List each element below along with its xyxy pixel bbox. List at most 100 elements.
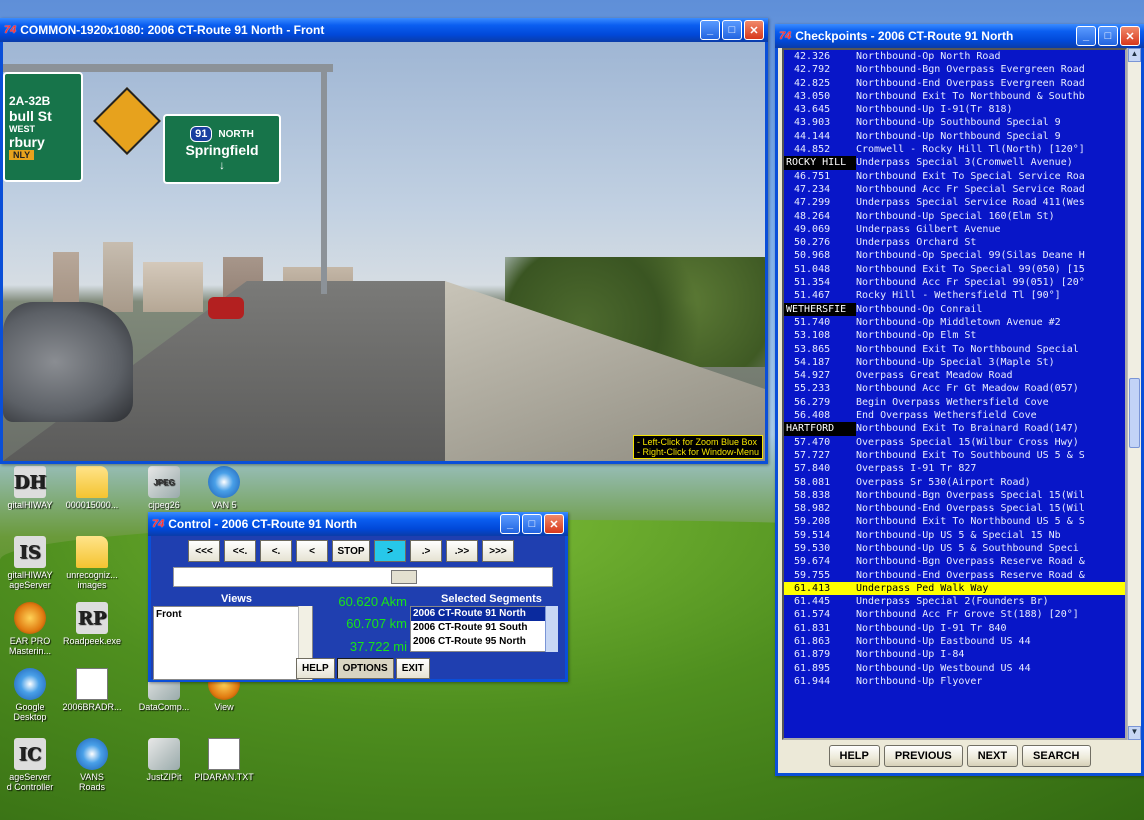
checkpoint-row[interactable]: 51.354 Northbound Acc Fr Special 99(051) … <box>784 276 1125 289</box>
checkpoint-row[interactable]: 54.187 Northbound-Up Special 3(Maple St) <box>784 356 1125 369</box>
segment-item[interactable]: 2006 CT-Route 91 North <box>411 607 557 621</box>
checkpoint-row[interactable]: 43.050 Northbound Exit To Northbound & So… <box>784 90 1125 103</box>
checkpoint-row[interactable]: 47.234 Northbound Acc Fr Special Service … <box>784 183 1125 196</box>
checkpoint-row[interactable]: 61.944 Northbound-Up Flyover <box>784 675 1125 688</box>
checkpoint-row[interactable]: 44.852 Cromwell - Rocky Hill Tl(North) [1… <box>784 143 1125 156</box>
checkpoint-row[interactable]: 61.445 Underpass Special 2(Founders Br) <box>784 595 1125 608</box>
checkpoint-description: Northbound-Up Eastbound US 44 <box>856 636 1031 648</box>
checkpoint-row[interactable]: 42.825 Northbound-End Overpass Evergreen … <box>784 77 1125 90</box>
checkpoint-row[interactable]: 61.879 Northbound-Up I-84 <box>784 648 1125 661</box>
checkpoint-row[interactable]: 51.048 Northbound Exit To Special 99(050)… <box>784 263 1125 276</box>
control-window-titlebar[interactable]: 74 Control - 2006 CT-Route 91 North _ □ … <box>148 512 568 536</box>
desktop-icon-unrecognized-images[interactable]: unrecogniz... images <box>52 536 132 590</box>
checkpoint-row[interactable]: 46.751 Northbound Exit To Special Service… <box>784 170 1125 183</box>
checkpoint-row[interactable]: 51.467 Rocky Hill - Wethersfield Tl [90°] <box>784 289 1125 302</box>
views-list[interactable]: Front <box>153 606 313 680</box>
checkpoints-help-button[interactable]: HELP <box>828 745 880 767</box>
desktop-icon-pidaran-txt[interactable]: PIDARAN.TXT <box>184 738 264 782</box>
view-item[interactable]: Front <box>156 609 310 620</box>
checkpoint-list[interactable]: 42.326 Northbound-Op North Road 42.792 Nort… <box>782 48 1127 740</box>
checkpoint-row[interactable]: 55.233 Northbound Acc Fr Gt Meadow Road(0… <box>784 382 1125 395</box>
checkpoint-row[interactable]: 44.144 Northbound-Up Northbound Special 9 <box>784 130 1125 143</box>
checkpoint-row[interactable]: 61.574 Northbound Acc Fr Grove St(188) [2… <box>784 608 1125 621</box>
previous-button[interactable]: PREVIOUS <box>883 745 963 767</box>
checkpoint-row[interactable]: 49.069 Underpass Gilbert Avenue <box>784 223 1125 236</box>
minimize-button[interactable]: _ <box>700 20 720 40</box>
checkpoint-row[interactable]: 54.927 Overpass Great Meadow Road <box>784 369 1125 382</box>
checkpoint-row[interactable]: 61.863 Northbound-Up Eastbound US 44 <box>784 635 1125 648</box>
checkpoint-row[interactable]: WETHERSFIE Northbound-Op Conrail <box>784 302 1125 316</box>
scroll-thumb[interactable] <box>1129 378 1140 448</box>
segment-item[interactable]: 2006 CT-Route 95 North <box>411 635 557 649</box>
scroll-up-arrow-icon[interactable]: ▲ <box>1128 48 1141 62</box>
maximize-button[interactable]: □ <box>1098 26 1118 46</box>
checkpoint-row[interactable]: 59.674 Northbound-Bgn Overpass Reserve Ro… <box>784 555 1125 568</box>
checkpoint-row[interactable]: 58.081 Overpass Sr 530(Airport Road) <box>784 476 1125 489</box>
desktop-icon-roadpeek[interactable]: RP Roadpeek.exe <box>52 602 132 646</box>
checkpoint-row[interactable]: 42.326 Northbound-Op North Road <box>784 50 1125 63</box>
playback-button[interactable]: .> <box>410 540 442 562</box>
playback-button[interactable]: <<. <box>224 540 256 562</box>
desktop-icon-vans-roads[interactable]: VANS Roads <box>52 738 132 792</box>
checkpoint-row[interactable]: 59.530 Northbound-Up US 5 & Southbound Sp… <box>784 542 1125 555</box>
playback-button[interactable]: <<< <box>188 540 220 562</box>
minimize-button[interactable]: _ <box>500 514 520 534</box>
checkpoint-row[interactable]: 56.279 Begin Overpass Wethersfield Cove <box>784 396 1125 409</box>
checkpoint-row[interactable]: 42.792 Northbound-Bgn Overpass Evergreen … <box>784 63 1125 76</box>
checkpoint-row[interactable]: HARTFORD Northbound Exit To Brainard Road… <box>784 422 1125 436</box>
checkpoint-row[interactable]: 59.208 Northbound Exit To Northbound US 5… <box>784 515 1125 528</box>
control-help-button[interactable]: HELP <box>296 658 335 679</box>
close-button[interactable]: ✕ <box>744 20 764 40</box>
scroll-down-arrow-icon[interactable]: ▼ <box>1128 726 1141 740</box>
desktop-icon-van5[interactable]: VAN 5 <box>184 466 264 510</box>
checkpoint-row[interactable]: ROCKY HILL Underpass Special 3(Cromwell A… <box>784 156 1125 170</box>
stop-button[interactable]: STOP <box>332 540 370 562</box>
checkpoint-row[interactable]: 43.645 Northbound-Up I-91(Tr 818) <box>784 103 1125 116</box>
playback-button[interactable]: >>> <box>482 540 514 562</box>
playback-button[interactable]: < <box>296 540 328 562</box>
checkpoint-row[interactable]: 57.470 Overpass Special 15(Wilbur Cross H… <box>784 436 1125 449</box>
video-window-titlebar[interactable]: 74 COMMON-1920x1080: 2006 CT-Route 91 No… <box>0 18 768 42</box>
checkpoint-row[interactable]: 51.740 Northbound-Op Middletown Avenue #2 <box>784 316 1125 329</box>
checkpoint-row[interactable]: 48.264 Northbound-Up Special 160(Elm St) <box>784 210 1125 223</box>
checkpoint-row[interactable]: 61.831 Northbound-Up I-91 Tr 840 <box>784 622 1125 635</box>
close-button[interactable]: ✕ <box>544 514 564 534</box>
segments-list[interactable]: 2006 CT-Route 91 North 2006 CT-Route 91 … <box>410 606 558 652</box>
playback-button[interactable]: <. <box>260 540 292 562</box>
checkpoint-row[interactable]: 50.968 Northbound-Op Special 99(Silas Dea… <box>784 249 1125 262</box>
close-button[interactable]: ✕ <box>1120 26 1140 46</box>
desktop-icon-2006bradr[interactable]: 2006BRADR... <box>52 668 132 712</box>
checkpoints-window-titlebar[interactable]: 74 Checkpoints - 2006 CT-Route 91 North … <box>775 24 1144 48</box>
segments-scrollbar[interactable] <box>545 606 558 652</box>
options-button[interactable]: OPTIONS <box>336 658 394 679</box>
slider-knob[interactable] <box>391 570 417 584</box>
checkpoint-row[interactable]: 59.514 Northbound-Up US 5 & Special 15 Nb <box>784 529 1125 542</box>
checkpoint-row[interactable]: 47.299 Underpass Special Service Road 411… <box>784 196 1125 209</box>
minimize-button[interactable]: _ <box>1076 26 1096 46</box>
segment-item[interactable]: 2006 CT-Route 91 South <box>411 621 557 635</box>
checkpoint-row[interactable]: 43.903 Northbound-Up Southbound Special 9 <box>784 116 1125 129</box>
checkpoint-row[interactable]: 59.755 Northbound-End Overpass Reserve Ro… <box>784 569 1125 582</box>
down-arrow-icon: ↓ <box>219 158 225 172</box>
checkpoint-row[interactable]: 50.276 Underpass Orchard St <box>784 236 1125 249</box>
position-slider[interactable] <box>173 567 553 587</box>
maximize-button[interactable]: □ <box>522 514 542 534</box>
checkpoint-row[interactable]: 53.865 Northbound Exit To Northbound Spec… <box>784 343 1125 356</box>
search-button[interactable]: SEARCH <box>1022 745 1091 767</box>
checkpoint-row[interactable]: 53.108 Northbound-Op Elm St <box>784 329 1125 342</box>
checkpoint-row[interactable]: 61.413 Underpass Ped Walk Way <box>784 581 1125 596</box>
playback-button[interactable]: .>> <box>446 540 478 562</box>
checkpoint-row[interactable]: 61.895 Northbound-Up Westbound US 44 <box>784 662 1125 675</box>
playback-button[interactable]: > <box>374 540 406 562</box>
checkpoint-row[interactable]: 56.408 End Overpass Wethersfield Cove <box>784 409 1125 422</box>
checkpoint-row[interactable]: 58.838 Northbound-Bgn Overpass Special 15… <box>784 489 1125 502</box>
checkpoint-row[interactable]: 57.727 Northbound Exit To Southbound US 5… <box>784 449 1125 462</box>
exit-button[interactable]: EXIT <box>395 658 430 679</box>
checkpoint-row[interactable]: 58.982 Northbound-End Overpass Special 15… <box>784 502 1125 515</box>
checkpoint-scrollbar[interactable]: ▲ ▼ <box>1127 48 1141 740</box>
road-video-frame[interactable]: 2A-32B bull St WEST rbury NLY 91 NORTH S… <box>3 42 765 461</box>
checkpoint-row[interactable]: 57.840 Overpass I-91 Tr 827 <box>784 462 1125 475</box>
maximize-button[interactable]: □ <box>722 20 742 40</box>
desktop-icon-folder-000015000[interactable]: 000015000... <box>52 466 132 510</box>
next-button[interactable]: NEXT <box>966 745 1019 767</box>
